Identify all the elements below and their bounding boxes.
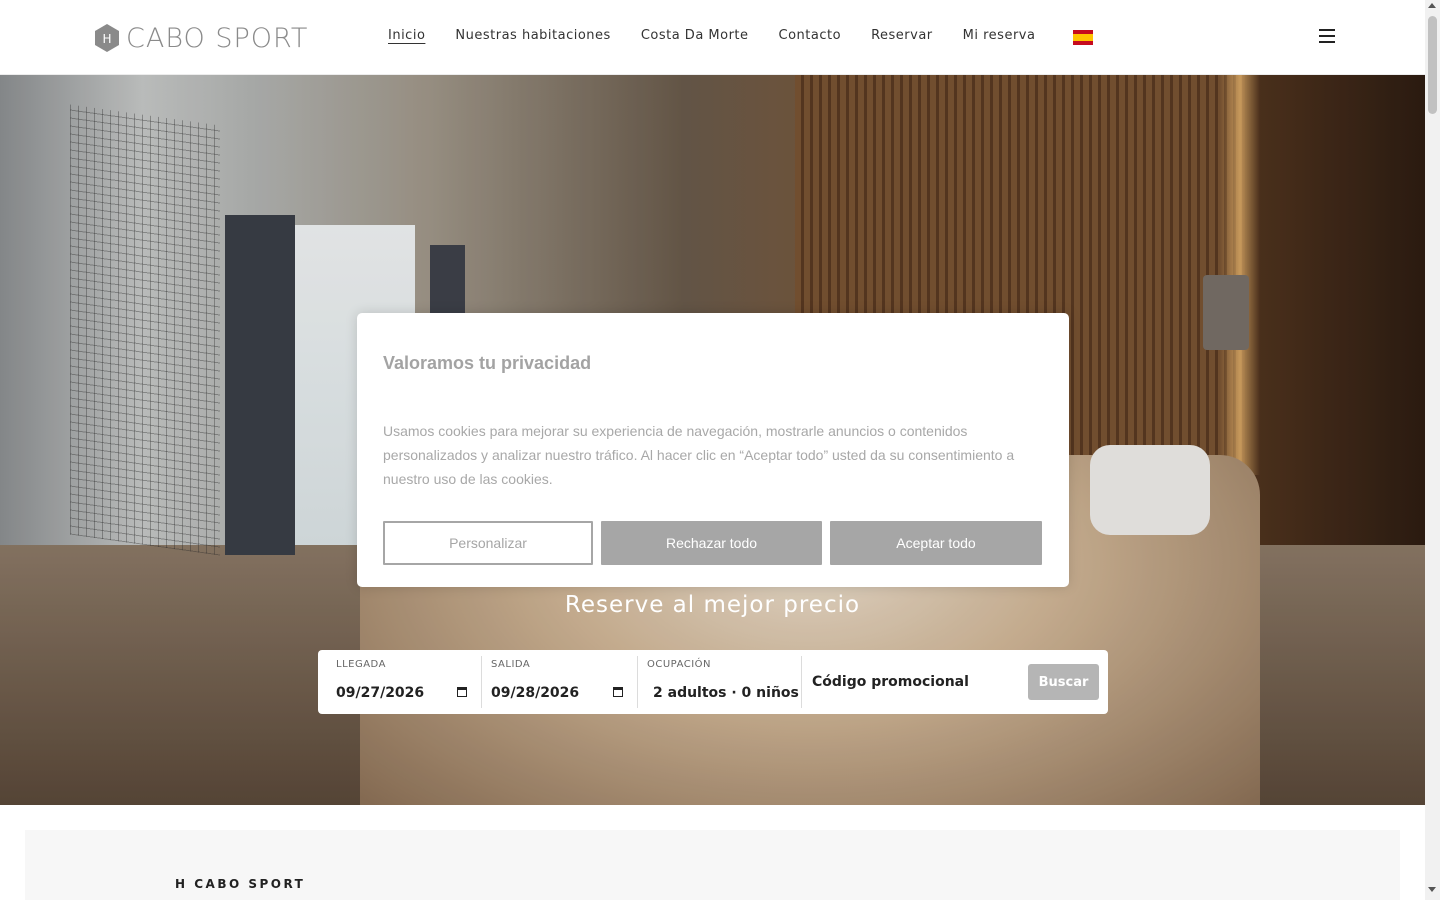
occupancy-value: 2 adultos · 0 niños: [653, 685, 799, 701]
departure-label: SALIDA: [491, 659, 531, 670]
nav-item-contacto[interactable]: Contacto: [779, 28, 842, 43]
site-header: H CABO SPORT Inicio Nuestras habitacione…: [0, 0, 1425, 75]
reject-all-button[interactable]: Rechazar todo: [601, 521, 822, 565]
section-title: H CABO SPORT: [175, 877, 306, 891]
search-button[interactable]: Buscar: [1028, 664, 1099, 700]
nav-item-mi-reserva[interactable]: Mi reserva: [963, 28, 1036, 43]
calendar-icon[interactable]: [613, 687, 623, 697]
booking-bar: LLEGADA 09/27/2026 SALIDA 09/28/2026 OCU…: [318, 650, 1108, 714]
nav-item-habitaciones[interactable]: Nuestras habitaciones: [455, 28, 610, 43]
cookie-description: Usamos cookies para mejorar su experienc…: [383, 423, 1015, 487]
hero-tagline: Reserve al mejor precio: [564, 592, 861, 618]
scroll-up-icon[interactable]: [1428, 3, 1436, 8]
nav-item-reservar[interactable]: Reservar: [871, 28, 933, 43]
hamburger-menu-icon[interactable]: [1319, 29, 1335, 43]
nav-item-costa-da-morte[interactable]: Costa Da Morte: [641, 28, 749, 43]
nav-item-inicio[interactable]: Inicio: [388, 28, 425, 43]
page-scrollbar[interactable]: [1425, 0, 1440, 900]
cookie-title: Valoramos tu privacidad: [383, 353, 592, 373]
intro-section: H CABO SPORT: [25, 830, 1400, 900]
hexagon-logo-icon: H: [95, 24, 119, 52]
main-nav: Inicio Nuestras habitaciones Costa Da Mo…: [388, 28, 1065, 43]
arrival-value: 09/27/2026: [336, 685, 425, 701]
departure-value: 09/28/2026: [491, 685, 580, 701]
brand-logo[interactable]: H CABO SPORT: [94, 22, 308, 54]
customize-cookies-button[interactable]: Personalizar: [383, 521, 593, 565]
brand-name: CABO SPORT: [126, 22, 309, 54]
occupancy-label: OCUPACIÓN: [647, 659, 712, 670]
scroll-thumb[interactable]: [1428, 16, 1437, 114]
promo-code-input[interactable]: Código promocional: [802, 650, 1028, 714]
svg-text:H: H: [102, 32, 111, 46]
calendar-icon[interactable]: [457, 687, 467, 697]
departure-date-field[interactable]: SALIDA 09/28/2026: [482, 656, 638, 708]
accept-all-button[interactable]: Aceptar todo: [830, 521, 1042, 565]
arrival-label: LLEGADA: [336, 659, 386, 670]
spain-flag-icon[interactable]: [1073, 30, 1093, 45]
scroll-down-icon[interactable]: [1428, 887, 1436, 892]
arrival-date-field[interactable]: LLEGADA 09/27/2026: [318, 656, 482, 708]
cookie-consent-dialog: Valoramos tu privacidad Usamos cookies p…: [357, 313, 1069, 587]
occupancy-field[interactable]: OCUPACIÓN 2 adultos · 0 niños: [638, 656, 802, 708]
